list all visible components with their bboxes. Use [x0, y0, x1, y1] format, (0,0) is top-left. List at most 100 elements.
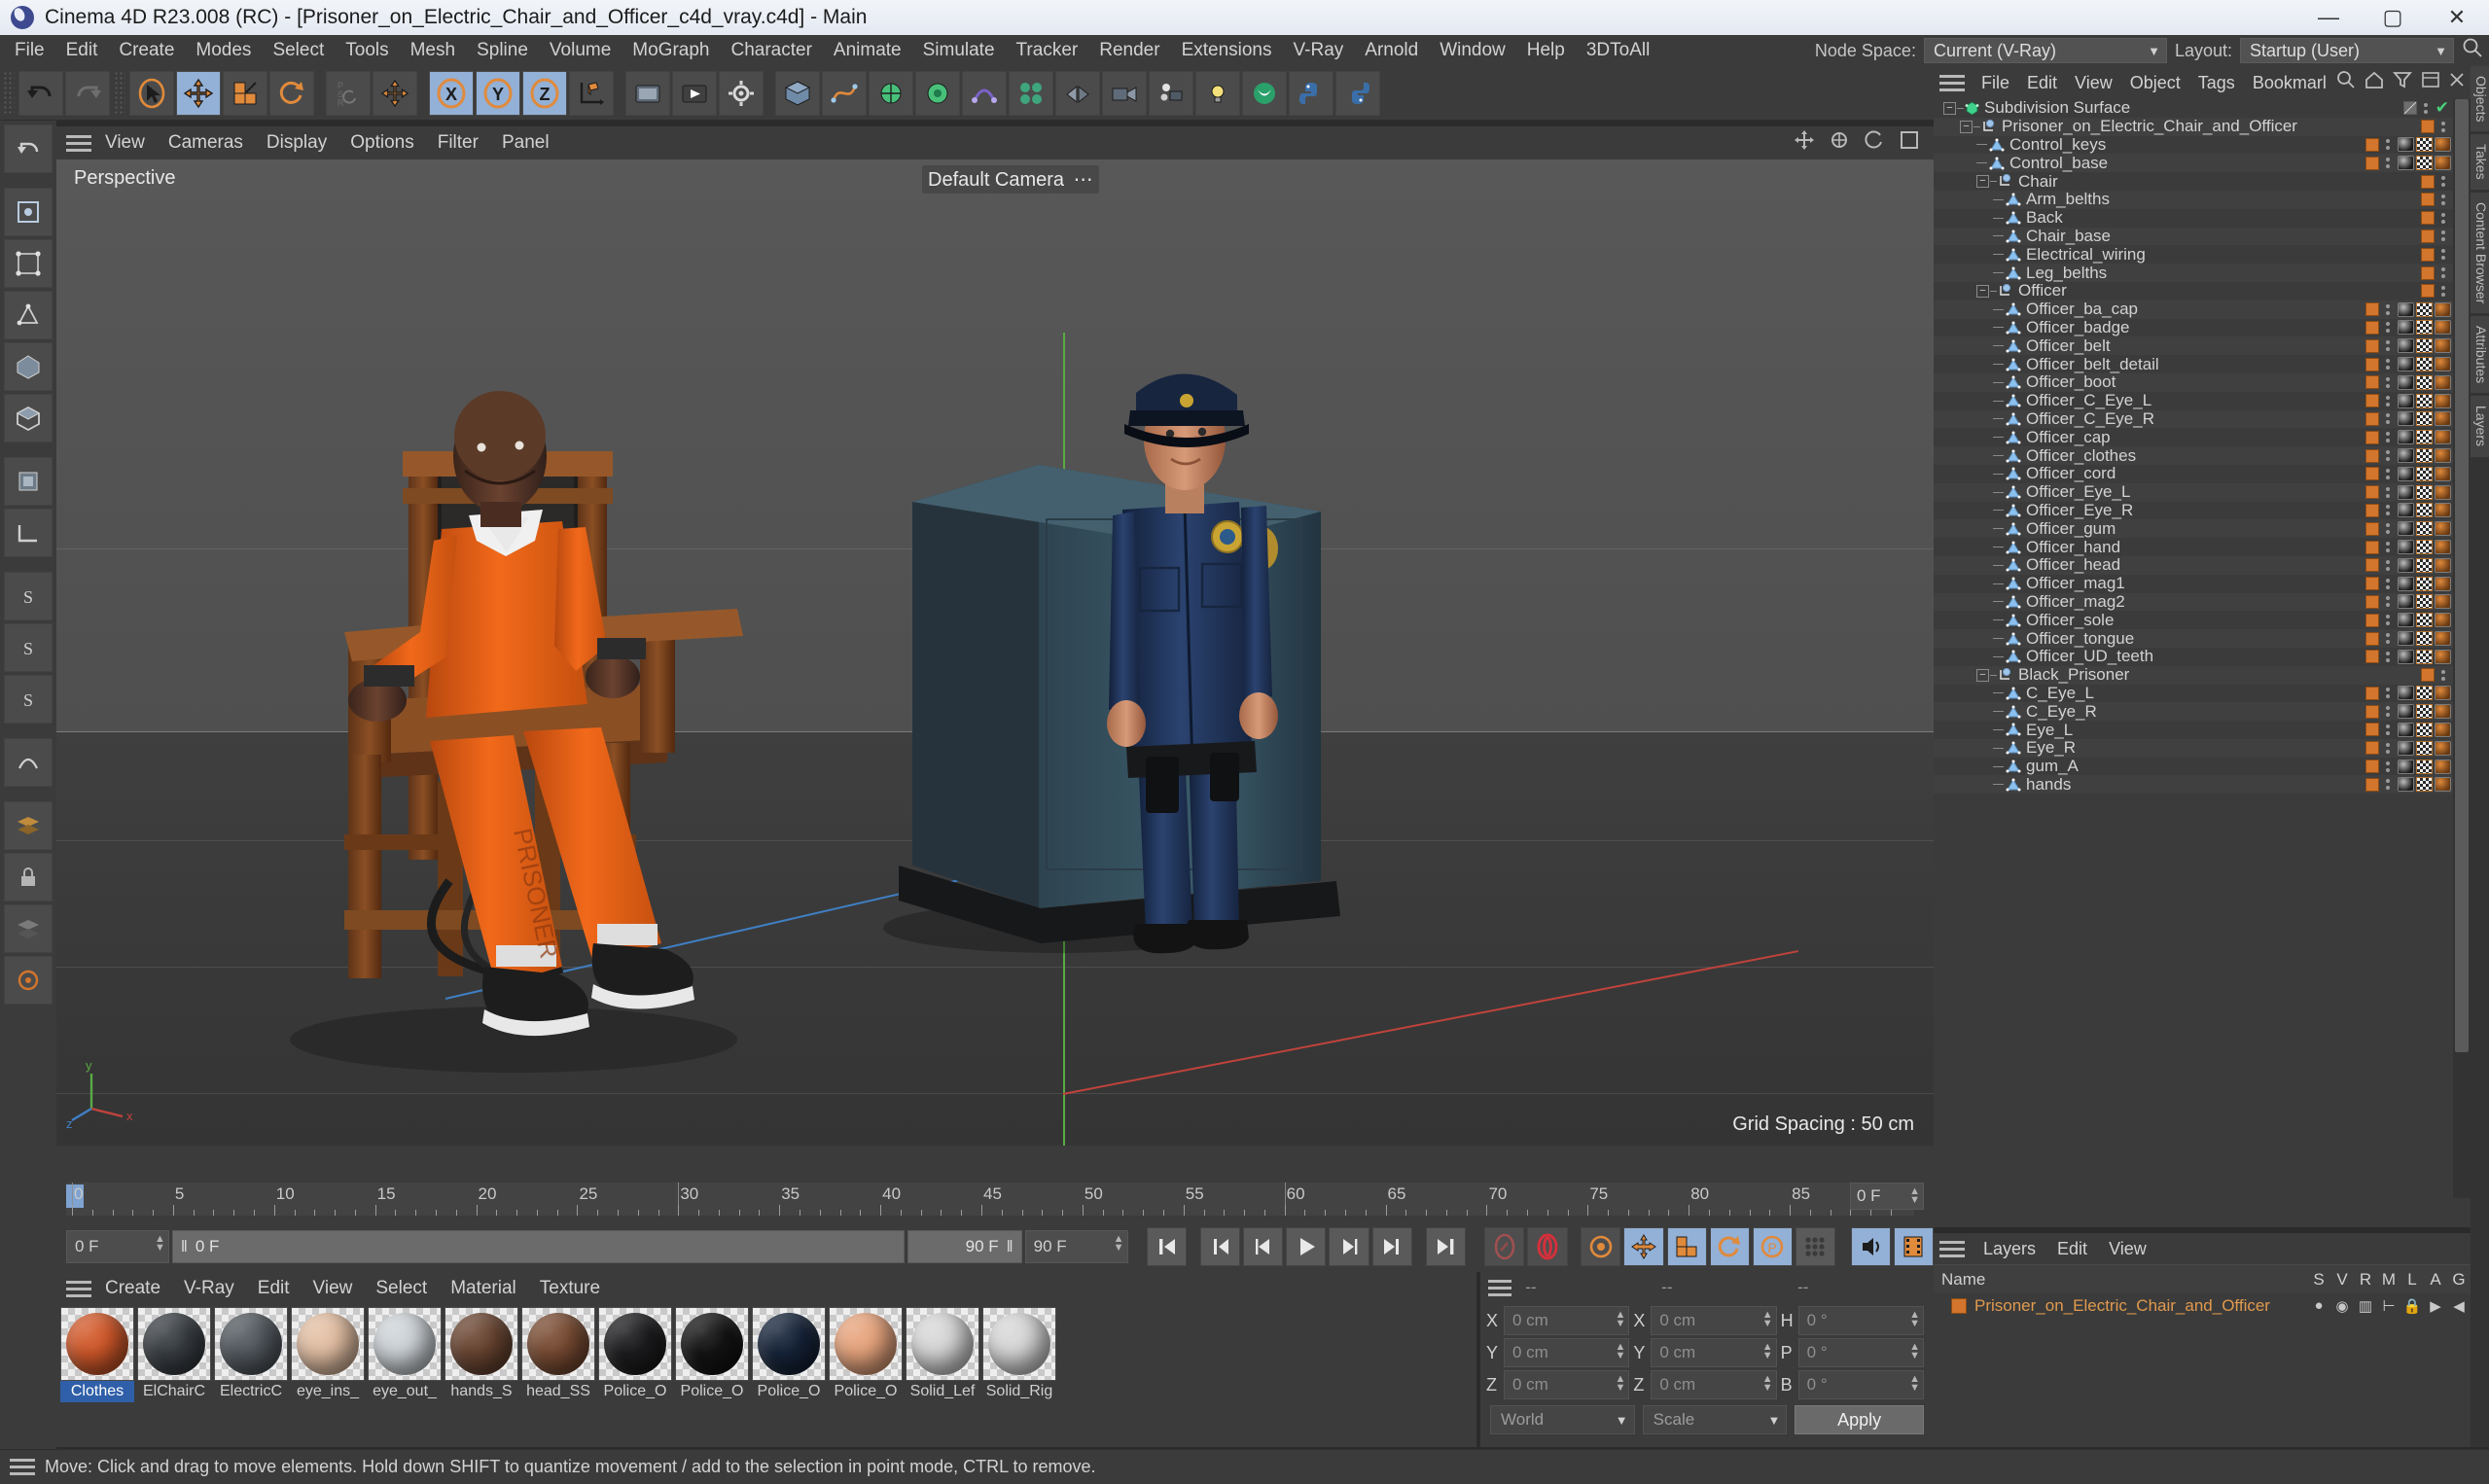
- material-name[interactable]: eye_ins_: [291, 1381, 365, 1402]
- object-tree-row[interactable]: Officer_mag1: [1934, 574, 2453, 593]
- material-cell[interactable]: Clothes: [60, 1307, 134, 1402]
- object-name[interactable]: Officer_boot: [2026, 372, 2116, 392]
- layer-menu-item-view[interactable]: View: [2098, 1235, 2157, 1262]
- checker-tag-icon[interactable]: [2416, 320, 2433, 336]
- object-tree-row[interactable]: Officer_belt_detail: [1934, 355, 2453, 373]
- menu-item-3dtoall[interactable]: 3DToAll: [1576, 35, 1660, 66]
- tree-expander-icon[interactable]: −: [1976, 668, 1989, 682]
- object-name[interactable]: Officer_belt: [2026, 336, 2111, 356]
- visibility-dots-icon[interactable]: [2383, 540, 2393, 555]
- object-menu-item-tags[interactable]: Tags: [2189, 68, 2244, 97]
- undo-view-icon[interactable]: [4, 124, 53, 173]
- mesh-points-icon[interactable]: [4, 239, 53, 288]
- object-name[interactable]: Eye_R: [2026, 738, 2076, 758]
- object-layer-color-swatch[interactable]: [2365, 760, 2379, 774]
- spinner-icon[interactable]: ▲ ▼: [155, 1234, 165, 1254]
- object-name[interactable]: Arm_belths: [2026, 190, 2110, 209]
- object-tree-row[interactable]: − Prisoner_on_Electric_Chair_and_Officer: [1934, 117, 2453, 136]
- material-name[interactable]: Police_O: [598, 1381, 672, 1402]
- checker-tag-icon[interactable]: [2416, 540, 2433, 555]
- material-cell[interactable]: Police_O: [598, 1307, 672, 1402]
- sphere-tag-icon[interactable]: [2398, 631, 2414, 646]
- layer-row[interactable]: Prisoner_on_Electric_Chair_and_Officer ● ◉…: [1934, 1293, 2471, 1319]
- viewport-menu-hamburger-icon[interactable]: [66, 134, 91, 152]
- size-y-field[interactable]: 0 cm ▲ ▼: [1651, 1338, 1777, 1367]
- add-spline-button[interactable]: [822, 70, 867, 116]
- layout-select[interactable]: Startup (User) ▼: [2240, 38, 2454, 63]
- autokeying-button[interactable]: [1527, 1227, 1568, 1266]
- object-name[interactable]: Subdivision Surface: [1984, 99, 2130, 118]
- status-hamburger-icon[interactable]: [10, 1459, 35, 1475]
- preview-range-bar[interactable]: ‖ 0 F: [171, 1230, 905, 1263]
- mat-tag-icon[interactable]: [2435, 631, 2451, 646]
- render-region-icon[interactable]: [4, 956, 53, 1005]
- zoom-view-icon[interactable]: [1829, 129, 1850, 157]
- spinner-icon[interactable]: ▲ ▼: [1762, 1310, 1773, 1329]
- mat-tag-icon[interactable]: [2435, 704, 2451, 720]
- object-menu-item-bookmarl[interactable]: Bookmarl: [2244, 68, 2335, 97]
- object-layer-color-swatch[interactable]: [2365, 430, 2379, 444]
- object-tree-row[interactable]: Officer_gum: [1934, 519, 2453, 539]
- object-name[interactable]: Officer_C_Eye_L: [2026, 391, 2151, 410]
- layer-toggle-G[interactable]: ◀: [2447, 1297, 2471, 1315]
- tree-expander-icon[interactable]: −: [1960, 120, 1973, 133]
- viewport-menu-item-view[interactable]: View: [93, 128, 157, 158]
- object-layer-color-swatch[interactable]: [2421, 247, 2435, 262]
- sphere-tag-icon[interactable]: [2398, 301, 2414, 317]
- object-no-layer-swatch[interactable]: [2402, 101, 2417, 116]
- node-space-select[interactable]: Current (V-Ray) ▼: [1923, 38, 2167, 63]
- mat-tag-icon[interactable]: [2435, 540, 2451, 555]
- spinner-icon[interactable]: ▲ ▼: [1114, 1234, 1124, 1254]
- mat-tag-icon[interactable]: [2435, 374, 2451, 390]
- x-axis-toggle[interactable]: X: [429, 70, 474, 116]
- visibility-dots-icon[interactable]: [2383, 521, 2393, 537]
- move-axis-button[interactable]: [373, 70, 417, 116]
- visibility-dots-icon[interactable]: [2383, 686, 2393, 701]
- spinner-icon[interactable]: ▲ ▼: [1909, 1374, 1920, 1394]
- mat-tag-icon[interactable]: [2435, 777, 2451, 793]
- object-name[interactable]: Officer_Eye_R: [2026, 501, 2133, 520]
- object-tree-row[interactable]: Officer_clothes: [1934, 446, 2453, 465]
- material-preview-sphere[interactable]: [752, 1307, 826, 1381]
- sphere-tag-icon[interactable]: [2398, 704, 2414, 720]
- object-name[interactable]: Eye_L: [2026, 721, 2073, 740]
- mat-tag-icon[interactable]: [2435, 301, 2451, 317]
- sphere-tag-icon[interactable]: [2398, 156, 2414, 171]
- visibility-dots-icon[interactable]: [2383, 393, 2393, 408]
- checker-tag-icon[interactable]: [2416, 301, 2433, 317]
- spinner-icon[interactable]: ▲ ▼: [1615, 1374, 1625, 1394]
- material-name[interactable]: head_SS: [521, 1381, 595, 1402]
- object-tree-row[interactable]: − Chair: [1934, 172, 2453, 191]
- rotation-p-field[interactable]: 0 ° ▲ ▼: [1797, 1338, 1924, 1367]
- add-generator-button[interactable]: [869, 70, 913, 116]
- visibility-dots-icon[interactable]: [2383, 137, 2393, 153]
- sphere-tag-icon[interactable]: [2398, 357, 2414, 372]
- close-button[interactable]: ✕: [2425, 0, 2489, 35]
- sphere-tag-icon[interactable]: [2398, 613, 2414, 628]
- material-cell[interactable]: ElChairC: [137, 1307, 211, 1402]
- mat-tag-icon[interactable]: [2435, 156, 2451, 171]
- mat-tag-icon[interactable]: [2435, 686, 2451, 701]
- layer-color-swatch[interactable]: [1951, 1298, 1967, 1314]
- menu-item-window[interactable]: Window: [1429, 35, 1516, 66]
- menu-item-modes[interactable]: Modes: [185, 35, 262, 66]
- checker-tag-icon[interactable]: [2416, 393, 2433, 408]
- select-tool-button[interactable]: [129, 70, 174, 116]
- viewport-menu-item-options[interactable]: Options: [338, 128, 425, 158]
- live-selection-icon[interactable]: [4, 188, 53, 236]
- material-menu-item-view[interactable]: View: [302, 1274, 365, 1303]
- checker-tag-icon[interactable]: [2416, 649, 2433, 664]
- object-layer-color-swatch[interactable]: [2421, 211, 2435, 226]
- object-menu-hamburger-icon[interactable]: [1939, 74, 1965, 91]
- object-name[interactable]: Officer_UD_teeth: [2026, 647, 2153, 666]
- move-view-icon[interactable]: [1794, 129, 1815, 157]
- toolbar-grip[interactable]: [114, 70, 125, 116]
- rotation-h-field[interactable]: 0 ° ▲ ▼: [1797, 1306, 1924, 1335]
- object-layer-color-swatch[interactable]: [2365, 467, 2379, 481]
- rotate-tool-button[interactable]: [269, 70, 314, 116]
- visibility-dots-icon[interactable]: [2438, 247, 2448, 263]
- sphere-tag-icon[interactable]: [2398, 777, 2414, 793]
- material-name[interactable]: Police_O: [829, 1381, 903, 1402]
- edge-mode-icon[interactable]: [4, 291, 53, 339]
- object-menu-item-edit[interactable]: Edit: [2018, 68, 2066, 97]
